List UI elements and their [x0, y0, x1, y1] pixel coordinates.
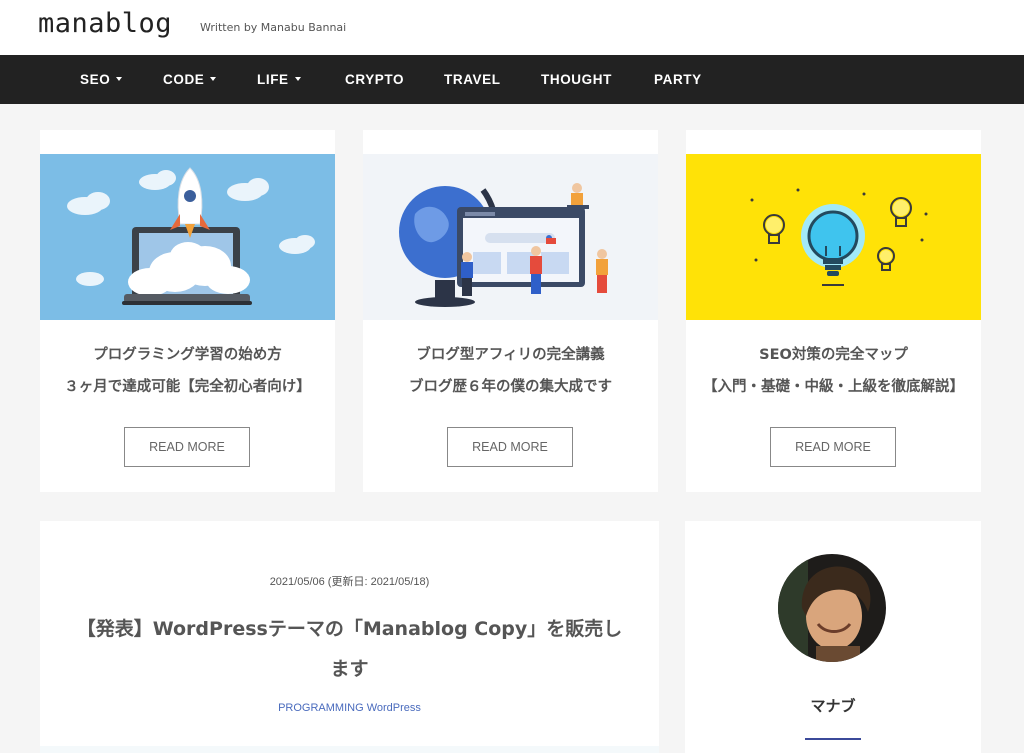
nav-item-code[interactable]: CODE — [163, 55, 217, 104]
card-title-line2[interactable]: 【入門・基礎・中級・上級を徹底解説】 — [686, 375, 981, 396]
globe-browser-illustration[interactable] — [363, 154, 658, 320]
card-title-line2[interactable]: ブログ歴６年の僕の集大成です — [363, 375, 658, 396]
card-title-line1[interactable]: SEO対策の完全マップ — [686, 343, 981, 364]
lightbulbs-illustration[interactable] — [686, 154, 981, 320]
post-categories: PROGRAMMING WordPress — [40, 702, 659, 714]
nav-item-seo[interactable]: SEO — [80, 55, 123, 104]
site-tagline: Written by Manabu Bannai — [200, 21, 347, 34]
rocket-laptop-illustration[interactable] — [40, 154, 335, 320]
nav-item-crypto[interactable]: CRYPTO — [345, 55, 404, 104]
caret-down-icon — [294, 77, 301, 82]
author-underline — [805, 738, 861, 740]
caret-down-icon — [210, 77, 217, 82]
nav-item-travel[interactable]: TRAVEL — [444, 55, 501, 104]
nav-item-life[interactable]: LIFE — [257, 55, 301, 104]
card-title-line2[interactable]: ３ヶ月で達成可能【完全初心者向け】 — [40, 375, 335, 396]
featured-card: ブログ型アフィリの完全講義 ブログ歴６年の僕の集大成です READ MORE — [363, 130, 658, 492]
main-nav: SEO CODE LIFE CRYPTO TRAVEL THOUGHT PART… — [0, 55, 1024, 104]
category-link-wordpress[interactable]: WordPress — [367, 702, 421, 714]
post-title[interactable]: 【発表】WordPressテーマの「Manablog Copy」を販売します — [70, 609, 629, 689]
category-link-programming[interactable]: PROGRAMMING — [278, 702, 364, 714]
featured-card: SEO対策の完全マップ 【入門・基礎・中級・上級を徹底解説】 READ MORE — [686, 130, 981, 492]
read-more-button[interactable]: READ MORE — [770, 427, 896, 467]
post-image-top — [40, 746, 659, 753]
card-title-line1[interactable]: ブログ型アフィリの完全講義 — [363, 343, 658, 364]
read-more-button[interactable]: READ MORE — [447, 427, 573, 467]
nav-item-party[interactable]: PARTY — [654, 55, 702, 104]
card-title-line1[interactable]: プログラミング学習の始め方 — [40, 343, 335, 364]
featured-card: プログラミング学習の始め方 ３ヶ月で達成可能【完全初心者向け】 READ MOR… — [40, 130, 335, 492]
nav-item-thought[interactable]: THOUGHT — [541, 55, 612, 104]
site-header: manablog Written by Manabu Bannai — [0, 0, 1024, 55]
post-article: 2021/05/06 (更新日: 2021/05/18) 【発表】WordPre… — [40, 521, 659, 753]
author-name: マナブ — [810, 697, 856, 715]
author-avatar[interactable] — [778, 554, 886, 662]
post-date: 2021/05/06 (更新日: 2021/05/18) — [269, 576, 430, 588]
sidebar-profile: マナブ — [685, 521, 981, 753]
read-more-button[interactable]: READ MORE — [124, 427, 250, 467]
site-logo[interactable]: manablog — [38, 8, 172, 39]
caret-down-icon — [116, 77, 123, 82]
